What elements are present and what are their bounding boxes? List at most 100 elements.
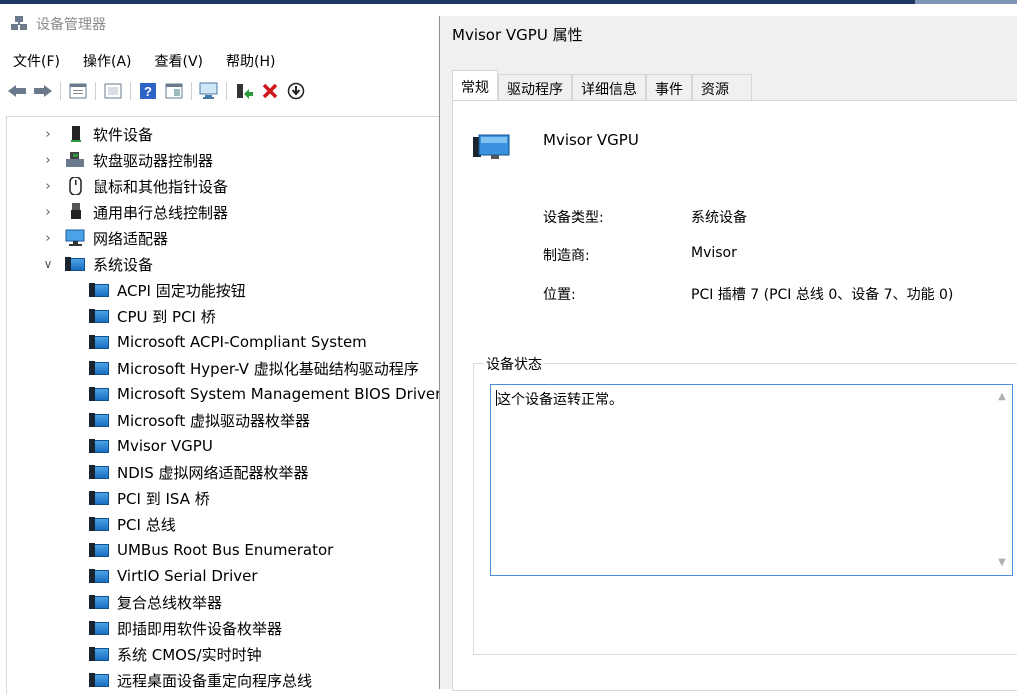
tree-leaf-ndis-enum[interactable]: NDIS 虚拟网络适配器枚举器	[89, 460, 309, 484]
scroll-down-icon[interactable]: ▼	[994, 555, 1010, 571]
tree-leaf-pnp-software-enum[interactable]: 即插即用软件设备枚举器	[89, 616, 282, 640]
menu-view[interactable]: 查看(V)	[142, 51, 214, 71]
tree-node-network-adapters[interactable]: › 网络适配器	[41, 226, 168, 250]
tree-node-floppy-controllers[interactable]: › 软盘驱动器控制器	[41, 148, 213, 172]
tree-leaf-rdp-bus[interactable]: 远程桌面设备重定向程序总线	[89, 668, 312, 692]
tab-events[interactable]: 事件	[646, 74, 692, 103]
tree-leaf-label: UMBus Root Bus Enumerator	[117, 541, 334, 559]
menu-file[interactable]: 文件(F)	[0, 51, 70, 71]
floppy-controller-icon	[65, 151, 87, 169]
tab-resources[interactable]: 资源	[692, 74, 752, 103]
tab-details[interactable]: 详细信息	[572, 74, 646, 103]
tree-node-usb-controllers[interactable]: › 通用串行总线控制器	[41, 200, 228, 224]
manufacturer-label: 制造商:	[543, 248, 590, 264]
view-icon[interactable]	[163, 80, 185, 102]
toolbar-separator	[191, 82, 192, 100]
expand-chevron-icon[interactable]: ›	[41, 153, 55, 168]
uninstall-icon[interactable]	[259, 80, 281, 102]
tree-leaf-virtio-serial[interactable]: VirtIO Serial Driver	[89, 564, 258, 588]
tree-leaf-label: Microsoft 虚拟驱动器枚举器	[117, 411, 311, 430]
tree-node-system-devices[interactable]: ∨ 系统设备	[41, 252, 153, 276]
toolbar-separator	[226, 82, 227, 100]
software-device-icon	[65, 125, 87, 143]
tree-node-label: 软件设备	[93, 125, 154, 144]
tree-leaf-label: 即插即用软件设备枚举器	[117, 619, 283, 638]
tree-node-mice[interactable]: › 鼠标和其他指针设备	[41, 174, 228, 198]
system-device-icon	[89, 490, 109, 506]
menu-bar: 文件(F) 操作(A) 查看(V) 帮助(H)	[0, 48, 440, 74]
toolbar-separator	[60, 82, 61, 100]
tree-node-software-devices[interactable]: › 软件设备	[41, 122, 153, 146]
tree-leaf-umbus[interactable]: UMBus Root Bus Enumerator	[89, 538, 333, 562]
tree-leaf-virtual-drive-enum[interactable]: Microsoft 虚拟驱动器枚举器	[89, 408, 310, 432]
help-icon[interactable]: ?	[137, 80, 159, 102]
enable-device-icon[interactable]	[233, 80, 255, 102]
system-device-icon	[89, 438, 109, 454]
tree-leaf-label: PCI 总线	[117, 515, 176, 534]
dialog-title: Mvisor VGPU 属性	[452, 26, 583, 44]
location-value: PCI 插槽 7 (PCI 总线 0、设备 7、功能 0)	[691, 287, 954, 303]
system-device-icon	[89, 464, 109, 480]
tree-leaf-composite-bus[interactable]: 复合总线枚举器	[89, 590, 222, 614]
properties-dialog: Mvisor VGPU 属性 常规 驱动程序 详细信息 事件 资源 Mvisor…	[439, 16, 1017, 691]
tree-leaf-label: Microsoft System Management BIOS Driver	[117, 385, 441, 403]
menu-action[interactable]: 操作(A)	[70, 51, 142, 71]
properties-icon[interactable]	[67, 80, 89, 102]
toolbar-separator	[95, 82, 96, 100]
device-status-group: 设备状态 这个设备运转正常。 ▲ ▼	[473, 354, 1017, 655]
expand-chevron-icon[interactable]: ›	[41, 205, 55, 220]
device-manager-window: 设备管理器 文件(F) 操作(A) 查看(V) 帮助(H) ? › 软件设备 ›	[0, 4, 441, 694]
back-arrow-icon[interactable]	[6, 80, 28, 102]
window-top-strip-right	[915, 0, 1017, 4]
expand-chevron-icon[interactable]: ›	[41, 179, 55, 194]
tree-leaf-label: NDIS 虚拟网络适配器枚举器	[117, 463, 309, 482]
usb-icon	[65, 203, 87, 221]
expand-chevron-icon[interactable]: ›	[41, 231, 55, 246]
system-device-icon	[89, 308, 109, 324]
system-device-icon	[89, 672, 109, 688]
tree-node-label: 系统设备	[93, 255, 154, 274]
tree-leaf-label: CPU 到 PCI 桥	[117, 307, 216, 326]
tab-driver[interactable]: 驱动程序	[498, 74, 572, 103]
system-device-icon	[89, 594, 109, 610]
tree-leaf-label: 远程桌面设备重定向程序总线	[117, 671, 313, 690]
collapse-chevron-icon[interactable]: ∨	[41, 257, 55, 271]
expand-chevron-icon[interactable]: ›	[41, 127, 55, 142]
tree-leaf-label: ACPI 固定功能按钮	[117, 281, 246, 300]
update-icon[interactable]	[102, 80, 124, 102]
device-manager-icon	[10, 16, 28, 32]
location-label: 位置:	[543, 287, 576, 303]
device-status-textbox[interactable]: 这个设备运转正常。 ▲ ▼	[490, 384, 1013, 576]
download-icon[interactable]	[285, 80, 307, 102]
tree-node-label: 鼠标和其他指针设备	[93, 177, 229, 196]
device-status-caption: 设备状态	[484, 354, 544, 374]
tree-leaf-label: 复合总线枚举器	[117, 593, 223, 612]
manufacturer-value: Mvisor	[691, 245, 737, 261]
scan-hardware-icon[interactable]	[198, 80, 220, 102]
device-type-value: 系统设备	[691, 210, 747, 226]
system-device-icon	[89, 620, 109, 636]
tree-leaf-label: Microsoft Hyper-V 虚拟化基础结构驱动程序	[117, 359, 419, 378]
system-device-icon	[89, 386, 109, 402]
device-manager-title: 设备管理器	[36, 17, 106, 33]
system-device-icon	[65, 256, 85, 272]
tree-node-label: 软盘驱动器控制器	[93, 151, 214, 170]
tree-leaf-acpi-system[interactable]: Microsoft ACPI-Compliant System	[89, 330, 367, 354]
tree-leaf-cmos-clock[interactable]: 系统 CMOS/实时时钟	[89, 642, 262, 666]
tree-leaf-smbios[interactable]: Microsoft System Management BIOS Driver	[89, 382, 441, 406]
tree-leaf-acpi-button[interactable]: ACPI 固定功能按钮	[89, 278, 246, 302]
tree-leaf-cpu-pci-bridge[interactable]: CPU 到 PCI 桥	[89, 304, 216, 328]
tab-general[interactable]: 常规	[452, 70, 498, 103]
scroll-up-icon[interactable]: ▲	[994, 389, 1010, 405]
network-adapter-icon	[65, 229, 87, 247]
system-device-icon	[89, 568, 109, 584]
tree-leaf-hyperv[interactable]: Microsoft Hyper-V 虚拟化基础结构驱动程序	[89, 356, 419, 380]
tree-leaf-pci-isa-bridge[interactable]: PCI 到 ISA 桥	[89, 486, 210, 510]
forward-arrow-icon[interactable]	[32, 80, 54, 102]
system-device-icon	[89, 542, 109, 558]
tree-leaf-label: Microsoft ACPI-Compliant System	[117, 333, 367, 351]
tree-leaf-mvisor-vgpu[interactable]: Mvisor VGPU	[89, 434, 213, 458]
menu-help[interactable]: 帮助(H)	[213, 51, 285, 71]
tree-leaf-pci-bus[interactable]: PCI 总线	[89, 512, 176, 536]
tree-node-label: 通用串行总线控制器	[93, 203, 229, 222]
